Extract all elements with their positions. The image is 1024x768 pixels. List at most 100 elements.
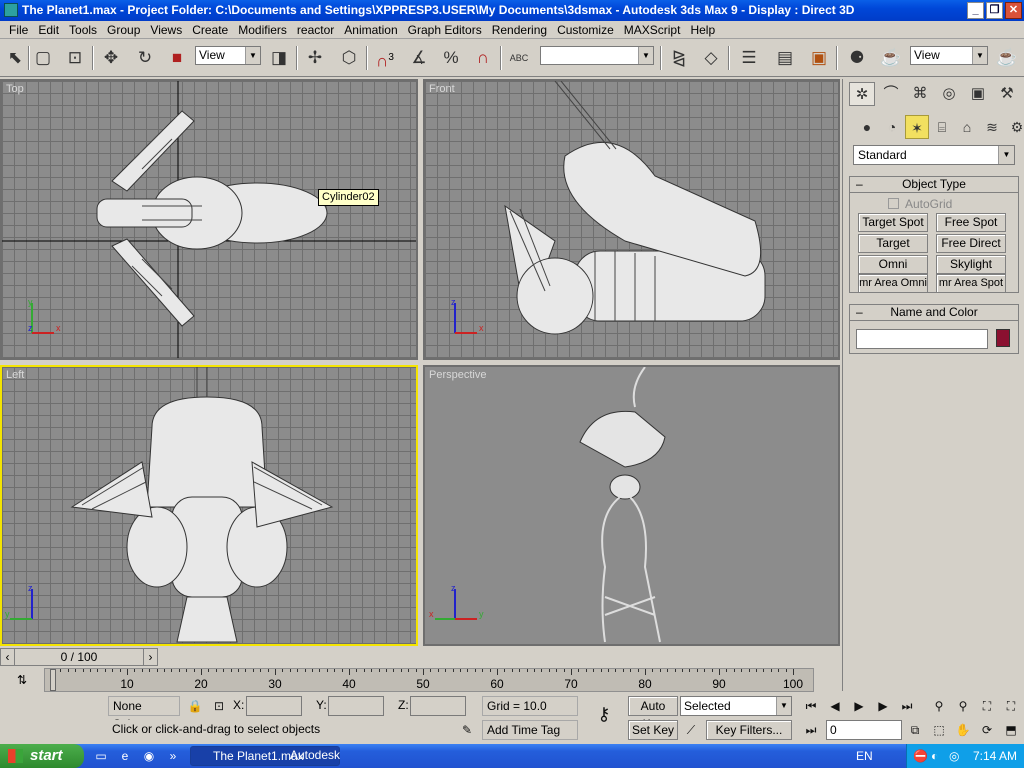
- target-spot-button[interactable]: Target Spot: [858, 213, 928, 232]
- render-view-dropdown[interactable]: View ▼: [910, 46, 988, 65]
- viewport-top[interactable]: y x z Top Cylinder02: [0, 79, 418, 360]
- track-bar[interactable]: 0102030405060708090100: [44, 668, 814, 692]
- viewport-label[interactable]: Left: [6, 369, 24, 381]
- title-bar[interactable]: The Planet1.max - Project Folder: C:\Doc…: [0, 0, 1024, 21]
- pivot-center-icon[interactable]: ◨: [266, 45, 292, 71]
- select-scale-icon[interactable]: ■: [164, 45, 190, 71]
- internet-explorer-icon[interactable]: e: [116, 747, 134, 765]
- modify-tab-icon[interactable]: ⌒: [878, 82, 904, 106]
- play-icon[interactable]: ▶: [848, 696, 870, 716]
- pan-icon[interactable]: ✋: [952, 720, 974, 740]
- percent-snap-icon[interactable]: %: [438, 45, 464, 71]
- start-button[interactable]: start: [0, 744, 84, 768]
- menu-maxscript[interactable]: MAXScript: [619, 22, 686, 38]
- mirror-icon[interactable]: ⧎: [666, 45, 692, 71]
- auto-key-button[interactable]: Auto Key: [628, 696, 678, 731]
- schematic-view-icon[interactable]: ▣: [806, 45, 832, 71]
- viewport-label[interactable]: Top: [6, 83, 24, 95]
- key-mode-dropdown[interactable]: Selected ▼: [680, 696, 792, 716]
- angle-snap-icon[interactable]: ∡: [406, 45, 432, 71]
- lights-icon[interactable]: ✶: [905, 115, 929, 139]
- zoom-all-icon[interactable]: ⚲: [952, 696, 974, 716]
- tray-network-icon[interactable]: ◎: [949, 744, 959, 768]
- menu-create[interactable]: Create: [187, 22, 233, 38]
- key-tangent-icon[interactable]: ⟋: [680, 720, 702, 740]
- spinner-snap-icon[interactable]: ∩: [470, 45, 496, 71]
- edit-named-selection-icon[interactable]: ABC: [506, 45, 532, 71]
- absolute-mode-icon[interactable]: ⊡: [208, 696, 230, 716]
- select-move-icon[interactable]: ✥: [98, 45, 124, 71]
- previous-frame-arrow-icon[interactable]: ‹: [1, 649, 15, 665]
- geometry-icon[interactable]: ●: [855, 115, 879, 139]
- language-indicator[interactable]: EN: [856, 744, 873, 768]
- key-filters-button[interactable]: Key Filters...: [706, 720, 792, 740]
- viewport-left[interactable]: z y Left: [0, 365, 418, 646]
- key-mode-toggle-icon[interactable]: ⏭: [800, 720, 822, 740]
- mr-area-omni-button[interactable]: mr Area Omni: [858, 274, 928, 293]
- category-dropdown[interactable]: Standard ▼: [853, 145, 1015, 165]
- select-link-icon[interactable]: ⬉: [2, 45, 28, 71]
- viewport-perspective[interactable]: z y x Perspective: [423, 365, 840, 646]
- menu-group[interactable]: Group: [102, 22, 145, 38]
- display-tab-icon[interactable]: ▣: [965, 82, 991, 106]
- snaps-toggle-icon[interactable]: ∩3: [372, 45, 398, 71]
- viewport-front[interactable]: z x Front: [423, 79, 840, 360]
- zoom-extents-all-icon[interactable]: ⛶: [1000, 696, 1022, 716]
- select-by-name-icon[interactable]: ⊡: [62, 45, 88, 71]
- layer-manager-icon[interactable]: ☰: [736, 45, 762, 71]
- object-color-swatch[interactable]: [996, 329, 1010, 347]
- tray-app-icon[interactable]: ⛔: [913, 744, 928, 768]
- mr-area-spot-button[interactable]: mr Area Spot: [936, 274, 1006, 293]
- omni-button[interactable]: Omni: [858, 255, 928, 274]
- viewport-label[interactable]: Front: [429, 83, 455, 95]
- minimize-button[interactable]: _: [967, 2, 984, 19]
- go-to-end-icon[interactable]: ⏭: [896, 696, 918, 716]
- menu-help[interactable]: Help: [685, 22, 720, 38]
- cameras-icon[interactable]: ⌸: [930, 115, 954, 139]
- menu-file[interactable]: File: [4, 22, 33, 38]
- mini-curve-editor-icon[interactable]: ⇅: [12, 670, 32, 690]
- menu-graph-editors[interactable]: Graph Editors: [403, 22, 487, 38]
- menu-modifiers[interactable]: Modifiers: [233, 22, 292, 38]
- z-coordinate-field[interactable]: [410, 696, 466, 716]
- task-3dsmax[interactable]: Autodesk 3ds Max 9 -...: [200, 746, 340, 766]
- utilities-tab-icon[interactable]: ⚒: [994, 82, 1020, 106]
- render-scene-icon[interactable]: ☕: [878, 45, 904, 71]
- curve-editor-icon[interactable]: ▤: [772, 45, 798, 71]
- free-direct-button[interactable]: Free Direct: [936, 234, 1006, 253]
- select-rotate-icon[interactable]: ↻: [132, 45, 158, 71]
- object-name-input[interactable]: [856, 329, 988, 349]
- menu-reactor[interactable]: reactor: [292, 22, 339, 38]
- reference-coordinate-dropdown[interactable]: View ▼: [195, 46, 261, 65]
- tray-speaker-icon[interactable]: ◐: [931, 744, 938, 768]
- viewport-label[interactable]: Perspective: [429, 369, 486, 381]
- manipulate-icon[interactable]: ✢: [302, 45, 328, 71]
- menu-customize[interactable]: Customize: [552, 22, 619, 38]
- named-selection-dropdown[interactable]: ▼: [540, 46, 654, 65]
- frame-cursor[interactable]: [50, 669, 56, 691]
- zoom-extents-icon[interactable]: ⛶: [976, 696, 998, 716]
- target-direct-button[interactable]: Target Direct: [858, 234, 928, 267]
- menu-edit[interactable]: Edit: [33, 22, 64, 38]
- next-frame-arrow-icon[interactable]: ›: [143, 649, 157, 665]
- time-slider[interactable]: ‹ 0 / 100 ›: [0, 648, 158, 666]
- add-time-tag-button[interactable]: Add Time Tag: [482, 720, 578, 740]
- keyboard-shortcut-icon[interactable]: ⬡: [336, 45, 362, 71]
- hierarchy-tab-icon[interactable]: ⌘: [907, 82, 933, 106]
- shapes-icon[interactable]: ◔: [880, 115, 904, 139]
- default-in-out-key-icon[interactable]: ⚷: [588, 704, 620, 724]
- maximize-viewport-icon[interactable]: ⬒: [1000, 720, 1022, 740]
- set-key-button[interactable]: Set Key: [628, 720, 678, 740]
- create-tab-icon[interactable]: ✲: [849, 82, 875, 106]
- region-zoom-icon[interactable]: ⬚: [928, 720, 950, 740]
- menu-tools[interactable]: Tools: [64, 22, 102, 38]
- y-coordinate-field[interactable]: [328, 696, 384, 716]
- align-icon[interactable]: ◇: [698, 45, 724, 71]
- menu-animation[interactable]: Animation: [339, 22, 402, 38]
- arc-rotate-icon[interactable]: ⟳: [976, 720, 998, 740]
- quick-launch-more-icon[interactable]: »: [164, 747, 182, 765]
- motion-tab-icon[interactable]: ◎: [936, 82, 962, 106]
- free-spot-button[interactable]: Free Spot: [936, 213, 1006, 232]
- quick-render-icon[interactable]: ☕: [994, 45, 1020, 71]
- time-configuration-icon[interactable]: ⧉: [904, 720, 926, 740]
